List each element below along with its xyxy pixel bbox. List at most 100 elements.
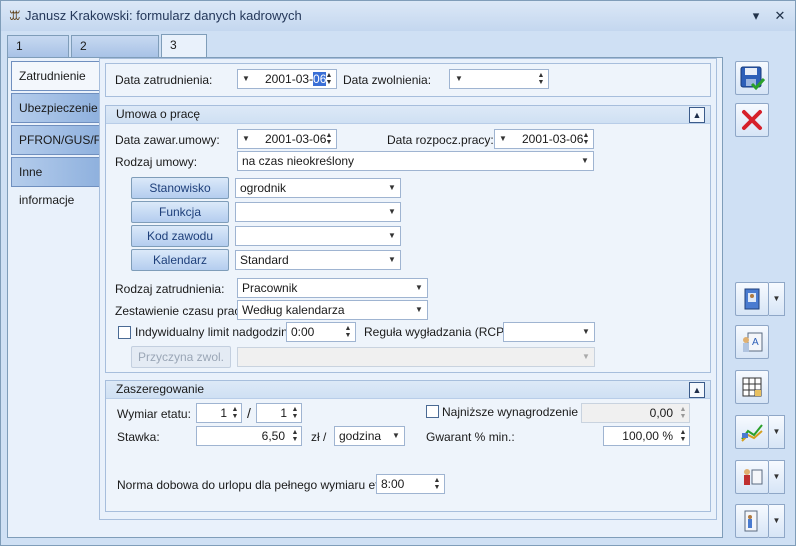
save-icon: [740, 66, 766, 91]
gwarant-field[interactable]: 100,00 % ▲ ▼: [603, 426, 690, 446]
people-button[interactable]: [735, 460, 769, 494]
stanowisko-button[interactable]: Stanowisko: [131, 177, 229, 199]
schedule-grid-icon: [742, 377, 762, 397]
kod-zawodu-select[interactable]: ▼: [235, 226, 401, 246]
spinner-icon[interactable]: ▲ ▼: [290, 429, 300, 443]
window-title: Janusz Krakowski: formularz danych kadro…: [25, 8, 302, 23]
door-exit-icon: [744, 510, 758, 532]
dropdown-arrow-icon: ▼: [455, 74, 463, 83]
collapse-zaszeregowanie-icon[interactable]: ▲: [689, 382, 705, 398]
chart-icon: [741, 424, 763, 442]
kalendarz-select[interactable]: Standard ▼: [235, 250, 401, 270]
spinner-icon[interactable]: ▲ ▼: [290, 406, 300, 420]
minimize-button[interactable]: ▾: [747, 7, 765, 25]
wymiar-num-value: 1: [220, 406, 227, 420]
spinner-icon[interactable]: ▲ ▼: [536, 72, 546, 86]
regula-select[interactable]: ▼: [503, 322, 595, 342]
data-zawar-text: 2001-03-06: [265, 132, 327, 146]
tab-ogolne[interactable]: 1 Ogólne: [7, 35, 69, 73]
spinner-icon[interactable]: ▲ ▼: [678, 429, 688, 443]
stawka-field[interactable]: 6,50 ▲ ▼: [196, 426, 302, 446]
data-rozpocz-text: 2001-03-06: [522, 132, 584, 146]
wymiar-label: Wymiar etatu:: [117, 407, 191, 421]
data-rozpocz-field[interactable]: ▼ 2001-03-06 ▲ ▼: [494, 129, 594, 149]
collapse-umowa-icon[interactable]: ▲: [689, 107, 705, 123]
sidetab-ubezpieczenie[interactable]: Ubezpieczenie: [11, 93, 100, 123]
rodzaj-zatrudnienia-label: Rodzaj zatrudnienia:: [115, 282, 225, 296]
wymiar-denominator[interactable]: 1 ▲ ▼: [256, 403, 302, 423]
tab-szczegolowe[interactable]: 2 Szczegółowe: [71, 35, 159, 73]
wymiar-numerator[interactable]: 1 ▲ ▼: [196, 403, 242, 423]
spinner-icon[interactable]: ▲ ▼: [324, 72, 334, 86]
umowa-header: Umowa o pracę: [106, 106, 710, 124]
norma-value: 8:00: [381, 477, 405, 491]
data-zawar-field[interactable]: ▼ 2001-03-06 ▲ ▼: [237, 129, 337, 149]
spinner-icon[interactable]: ▲ ▼: [230, 406, 240, 420]
zestawienie-label: Zestawienie czasu pracy:: [115, 304, 250, 318]
card-button[interactable]: [735, 282, 769, 316]
spinner-icon[interactable]: ▲ ▼: [432, 477, 442, 491]
przyczyna-button[interactable]: Przyczyna zwol.: [131, 346, 231, 368]
wymiar-separator: /: [247, 405, 251, 421]
gwarant-value: 100,00 %: [622, 429, 673, 443]
rodzaj-umowy-select[interactable]: na czas nieokreślony ▼: [237, 151, 594, 171]
zaszeregowanie-header: Zaszeregowanie: [106, 381, 710, 399]
funkcja-button[interactable]: Funkcja: [131, 201, 229, 223]
kalendarz-button[interactable]: Kalendarz: [131, 249, 229, 271]
person-icon: ꕭ: [9, 8, 21, 23]
funkcja-select[interactable]: ▼: [235, 202, 401, 222]
stawka-unit: zł /: [311, 430, 327, 444]
stawka-period-select[interactable]: godzina ▼: [334, 426, 405, 446]
schedule-button[interactable]: [735, 370, 769, 404]
najnizsze-value: 0,00: [649, 406, 673, 420]
data-zatrudnienia-text: 2001-03-06: [265, 70, 327, 88]
limit-field[interactable]: 0:00 ▲ ▼: [286, 322, 356, 342]
sidetab-label: Zatrudnienie: [19, 69, 86, 83]
najnizsze-checkbox[interactable]: [426, 405, 439, 418]
sidetab-zatrudnienie[interactable]: Zatrudnienie: [11, 61, 103, 91]
people-icon: [744, 469, 763, 485]
stanowisko-select[interactable]: ogrodnik ▼: [235, 178, 401, 198]
spinner-icon[interactable]: ▲ ▼: [324, 132, 334, 146]
tab-etat[interactable]: 3 Etat: [161, 34, 207, 72]
limit-nadgodzin-checkbox[interactable]: [118, 326, 131, 339]
zestawienie-select[interactable]: Według kalendarza ▼: [237, 300, 428, 320]
save-button[interactable]: [735, 61, 769, 95]
sidetab-label: Ubezpieczenie: [19, 101, 98, 115]
spinner-icon[interactable]: ▲ ▼: [581, 132, 591, 146]
close-button[interactable]: ✕: [771, 7, 789, 25]
spinner-icon[interactable]: ▲ ▼: [343, 325, 353, 339]
najnizsze-field[interactable]: 0,00 ▲ ▼: [581, 403, 690, 423]
person-doc-button[interactable]: A: [735, 325, 769, 359]
rodzaj-zatrudnienia-value: Pracownik: [242, 281, 298, 295]
cancel-button[interactable]: [735, 103, 769, 137]
rodzaj-umowy-label: Rodzaj umowy:: [115, 155, 198, 169]
person-document-icon: A: [743, 332, 763, 352]
spinner-icon[interactable]: ▲ ▼: [678, 406, 688, 420]
people-dropdown[interactable]: ▼: [769, 460, 785, 494]
svg-text:A: A: [752, 337, 759, 348]
rodzaj-zatrudnienia-select[interactable]: Pracownik ▼: [237, 278, 428, 298]
zestawienie-value: Według kalendarza: [242, 303, 345, 317]
chart-button[interactable]: [735, 415, 769, 449]
dropdown-arrow-icon: ▼: [242, 74, 250, 83]
data-zatrudnienia-field[interactable]: ▼ 2001-03-06 ▲ ▼: [237, 69, 337, 89]
stanowisko-value: ogrodnik: [240, 181, 287, 195]
dropdown-arrow-icon: ▼: [392, 431, 400, 440]
norma-field[interactable]: 8:00 ▲ ▼: [376, 474, 445, 494]
chart-dropdown[interactable]: ▼: [769, 415, 785, 449]
data-zwolnienia-field[interactable]: ▼ ▲ ▼: [449, 69, 549, 89]
dropdown-arrow-icon: ▼: [388, 207, 396, 216]
exit-button[interactable]: [735, 504, 769, 538]
exit-dropdown[interactable]: ▼: [769, 504, 785, 538]
card-dropdown[interactable]: ▼: [769, 282, 785, 316]
data-zatrudnienia-label: Data zatrudnienia:: [115, 73, 213, 87]
cancel-icon: [742, 110, 762, 130]
sidetab-inne[interactable]: Inne informacje: [11, 157, 100, 207]
przyczyna-select[interactable]: ▼: [237, 347, 595, 367]
kod-zawodu-button[interactable]: Kod zawodu: [131, 225, 229, 247]
dropdown-arrow-icon: ▼: [499, 134, 507, 143]
sidetab-pfron[interactable]: PFRON/GUS/FP: [11, 125, 109, 155]
najnizsze-label: Najniższe wynagrodzenie: [442, 405, 579, 419]
data-zawar-label: Data zawar.umowy:: [115, 133, 220, 147]
